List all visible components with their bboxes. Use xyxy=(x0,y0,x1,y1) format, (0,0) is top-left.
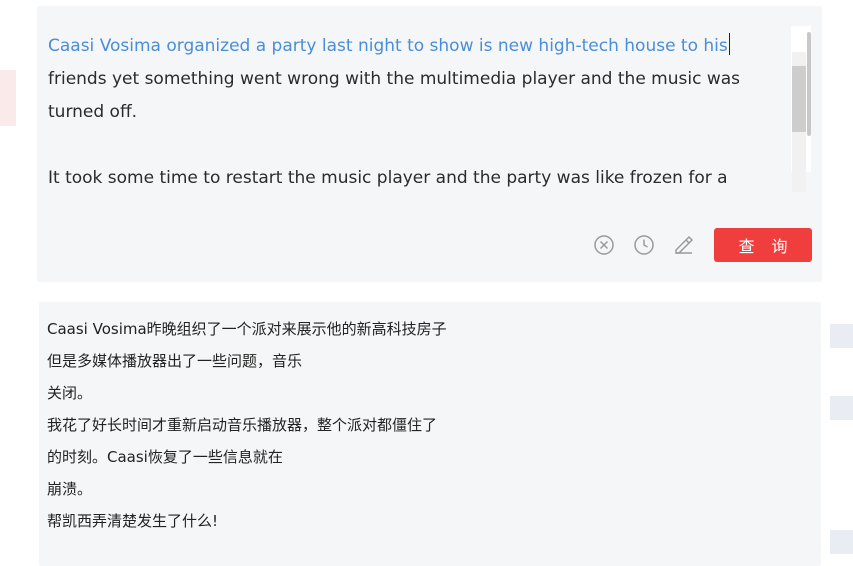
circle-x-icon[interactable] xyxy=(593,234,615,256)
clock-icon[interactable] xyxy=(633,234,655,256)
source-text[interactable]: Caasi Vosima organized a party last nigh… xyxy=(48,30,741,195)
result-line: 关闭。 xyxy=(47,384,93,402)
translator-panel: Caasi Vosima organized a party last nigh… xyxy=(16,0,830,566)
text-caret xyxy=(728,33,730,55)
background-strip xyxy=(0,70,16,126)
source-line xyxy=(48,129,708,162)
result-line: 我花了好长时间才重新启动音乐播放器，整个派对都僵住了 xyxy=(47,416,438,434)
result-line: Caasi Vosima昨晚组织了一个派对来展示他的新高科技房子 xyxy=(47,320,447,338)
query-button[interactable]: 查 询 xyxy=(714,228,812,262)
result-line: 的时刻。Caasi恢复了一些信息就在 xyxy=(47,448,283,466)
source-line: It took some time to restart the music p… xyxy=(48,168,728,188)
translation-result-box: Caasi Vosima昨晚组织了一个派对来展示他的新高科技房子 但是多媒体播放… xyxy=(39,302,821,566)
result-line: 帮凯西弄清楚发生了什么! xyxy=(47,512,219,530)
scrollbar-thumb[interactable] xyxy=(792,66,806,132)
source-line: turned off. xyxy=(48,102,138,122)
adjacent-text-fragment xyxy=(830,324,853,348)
source-line: friends yet something went wrong with th… xyxy=(48,69,741,89)
adjacent-panel-edge xyxy=(830,0,853,566)
source-input-box[interactable]: Caasi Vosima organized a party last nigh… xyxy=(37,6,822,282)
source-line-highlighted: Caasi Vosima organized a party last nigh… xyxy=(48,30,730,63)
pen-icon[interactable] xyxy=(673,234,695,256)
result-line: 崩溃。 xyxy=(47,480,93,498)
result-text: Caasi Vosima昨晚组织了一个派对来展示他的新高科技房子 但是多媒体播放… xyxy=(47,313,447,537)
result-line: 但是多媒体播放器出了一些问题，音乐 xyxy=(47,352,303,370)
adjacent-text-fragment xyxy=(830,530,853,554)
source-scrollbar[interactable] xyxy=(791,26,811,192)
scrollbar-rail[interactable] xyxy=(807,32,811,136)
adjacent-text-fragment xyxy=(830,396,853,420)
